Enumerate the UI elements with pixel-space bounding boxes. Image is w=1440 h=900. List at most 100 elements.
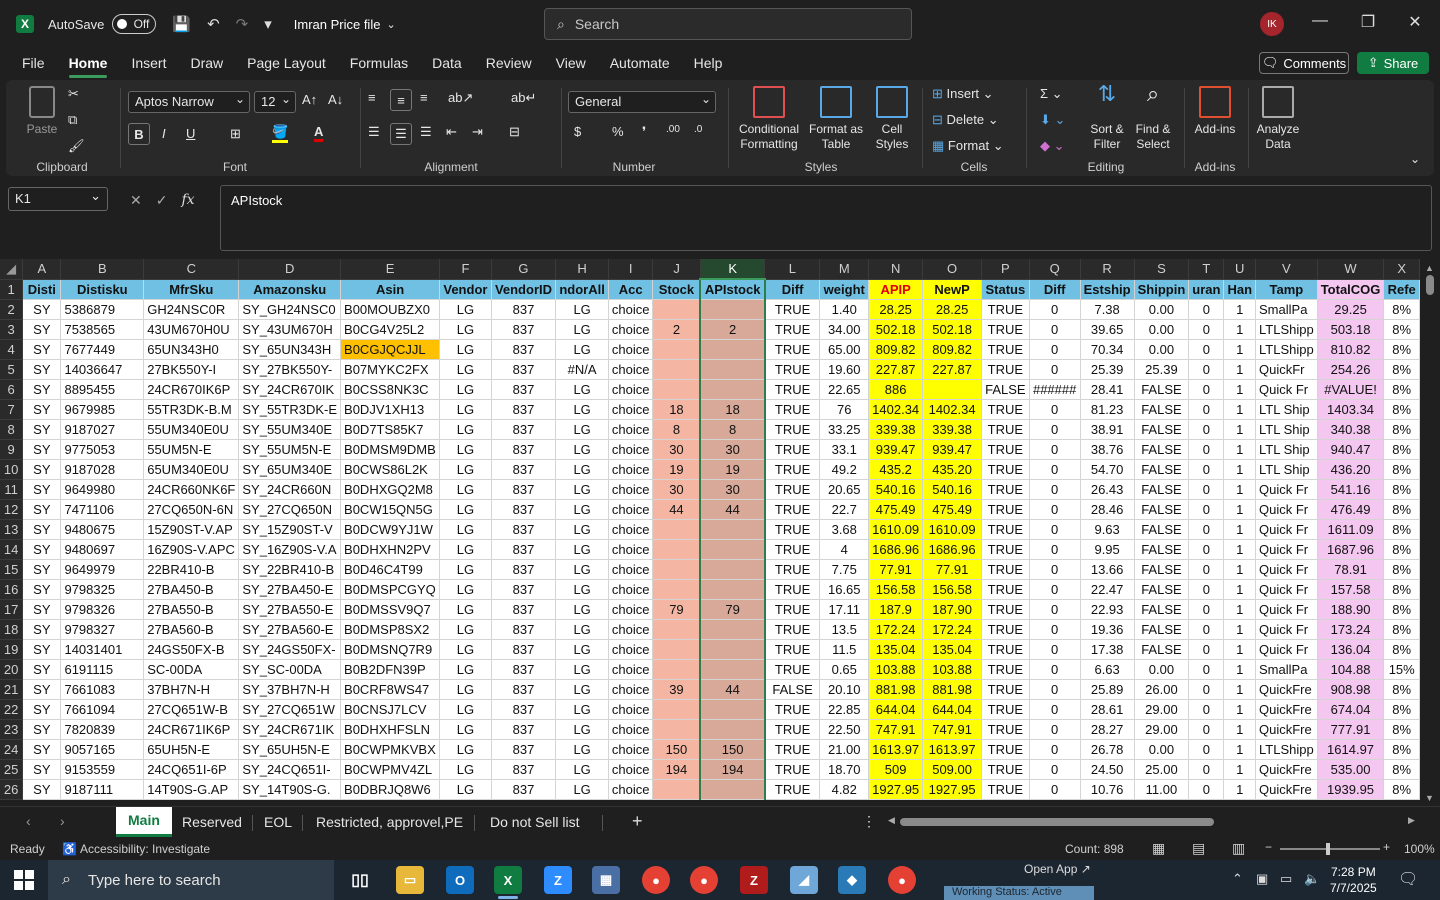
cell[interactable]: SY (22, 499, 62, 520)
cell[interactable]: LG (555, 779, 609, 800)
cell[interactable]: 0 (1188, 319, 1225, 340)
cell[interactable]: TRUE (981, 539, 1030, 560)
cell[interactable]: 44 (699, 499, 766, 520)
row-header[interactable]: 19 (0, 639, 24, 660)
cell[interactable]: 2 (699, 319, 766, 340)
cell[interactable]: LG (439, 499, 492, 520)
cell[interactable]: 194 (652, 759, 701, 780)
cell[interactable]: 0 (1188, 619, 1225, 640)
cell[interactable]: 17.11 (819, 599, 870, 620)
cell[interactable]: 886 (868, 379, 924, 400)
cell[interactable]: 837 (491, 779, 557, 800)
cell[interactable]: 7677449 (60, 339, 145, 360)
cell[interactable]: 17.38 (1080, 639, 1135, 660)
cell[interactable]: B0CNSJ7LCV (340, 699, 441, 720)
cell[interactable]: SY_24CR671IK (238, 719, 342, 740)
column-header-r[interactable]: R (1080, 259, 1135, 280)
cell[interactable]: 0.00 (1134, 739, 1190, 760)
cell[interactable]: Quick Fr (1255, 559, 1318, 580)
cell[interactable]: TRUE (764, 659, 821, 680)
cell[interactable]: 0 (1029, 519, 1081, 540)
volume-icon[interactable]: 🔈 (1304, 871, 1320, 887)
cell[interactable]: FALSE (1134, 379, 1190, 400)
cell[interactable] (699, 519, 766, 540)
header-cell[interactable]: Shippin (1134, 279, 1190, 300)
sheet-tab-main[interactable]: Main (116, 807, 172, 837)
comments-button[interactable]: 🗨 Comments (1259, 52, 1349, 74)
cell[interactable]: B0CSS8NK3C (340, 379, 441, 400)
cell[interactable]: choice (608, 579, 654, 600)
cell[interactable]: 0 (1029, 419, 1081, 440)
cell[interactable]: 1 (1223, 419, 1257, 440)
header-cell[interactable]: Tamp (1255, 279, 1318, 300)
cell[interactable]: 28.27 (1080, 719, 1135, 740)
header-cell[interactable]: Estship (1080, 279, 1135, 300)
cell[interactable]: 1613.97 (868, 739, 924, 760)
cell[interactable]: Quick Fr (1255, 499, 1318, 520)
cell[interactable]: LG (555, 699, 609, 720)
cell[interactable]: 27BA450-B (143, 579, 240, 600)
column-header-j[interactable]: J (652, 259, 701, 280)
cell[interactable]: 18 (652, 399, 701, 420)
sheet-tab-do-not-sell[interactable]: Do not Sell list (478, 807, 591, 837)
cell[interactable]: 28.46 (1080, 499, 1135, 520)
cell[interactable]: 13.5 (819, 619, 870, 640)
cell[interactable]: TRUE (981, 299, 1030, 320)
cell[interactable] (699, 579, 766, 600)
cell[interactable]: LG (439, 379, 492, 400)
cell[interactable]: Quick Fr (1255, 639, 1318, 660)
cell[interactable]: #VALUE! (1317, 379, 1385, 400)
cell[interactable]: 0 (1188, 739, 1225, 760)
cell[interactable]: choice (608, 499, 654, 520)
cell[interactable]: 11.00 (1134, 779, 1190, 800)
cell[interactable]: TRUE (981, 559, 1030, 580)
cell[interactable]: SmallPa (1255, 299, 1318, 320)
header-cell[interactable]: Vendor (439, 279, 492, 300)
cell[interactable]: 0 (1188, 359, 1225, 380)
cell[interactable]: 1686.96 (922, 539, 983, 560)
cell[interactable]: 5386879 (60, 299, 145, 320)
cell[interactable]: 18 (699, 399, 766, 420)
cell[interactable]: 65UH5N-E (143, 739, 240, 760)
cell[interactable]: TRUE (981, 579, 1030, 600)
cell[interactable]: TRUE (764, 359, 821, 380)
cell[interactable]: 644.04 (868, 699, 924, 720)
cell[interactable]: B0B2DFN39P (340, 659, 441, 680)
cell[interactable]: 79 (699, 599, 766, 620)
cell[interactable]: 837 (491, 639, 557, 660)
column-header-f[interactable]: F (439, 259, 492, 280)
cell[interactable]: 1 (1223, 659, 1257, 680)
cell[interactable]: 8% (1383, 719, 1420, 740)
cell[interactable]: SY (22, 719, 62, 740)
customize-toolbar-icon[interactable]: ▾ (264, 15, 272, 33)
cell[interactable]: SY_43UM670H (238, 319, 342, 340)
column-header-s[interactable]: S (1134, 259, 1190, 280)
cell[interactable]: LG (555, 739, 609, 760)
cell[interactable]: 0 (1029, 679, 1081, 700)
cell[interactable]: 22.85 (819, 699, 870, 720)
cell[interactable]: SY (22, 339, 62, 360)
cell[interactable]: B0DBRJQ8W6 (340, 779, 441, 800)
format-painter-icon[interactable]: 🖌 (68, 138, 85, 154)
formula-input[interactable]: APIstock (220, 185, 1432, 251)
row-header[interactable]: 23 (0, 719, 24, 740)
cell[interactable]: 20.65 (819, 479, 870, 500)
cell[interactable]: 65UM340E0U (143, 459, 240, 480)
cell[interactable]: 810.82 (1317, 339, 1385, 360)
column-header-q[interactable]: Q (1029, 259, 1081, 280)
cell[interactable]: LG (439, 299, 492, 320)
cell[interactable]: 135.04 (922, 639, 983, 660)
cell[interactable]: 27BA550-B (143, 599, 240, 620)
column-header-k[interactable]: K (700, 259, 766, 280)
header-cell[interactable]: Diff (764, 279, 821, 300)
spreadsheet-grid[interactable]: ◢ ABCDEFGHIJKLMNOPQRSTUVWX 1 Disti Distisk… (0, 259, 1420, 805)
cell[interactable]: 16Z90S-V.APC (143, 539, 240, 560)
scroll-right-icon[interactable]: ▶ (1408, 815, 1415, 826)
calculator-icon[interactable]: ▦ (592, 866, 620, 894)
cell[interactable]: 837 (491, 519, 557, 540)
cell[interactable]: 540.16 (922, 479, 983, 500)
cell[interactable]: LG (439, 779, 492, 800)
cell[interactable]: LTLShipp (1255, 739, 1318, 760)
cell[interactable]: 38.76 (1080, 439, 1135, 460)
column-header-d[interactable]: D (238, 259, 342, 280)
